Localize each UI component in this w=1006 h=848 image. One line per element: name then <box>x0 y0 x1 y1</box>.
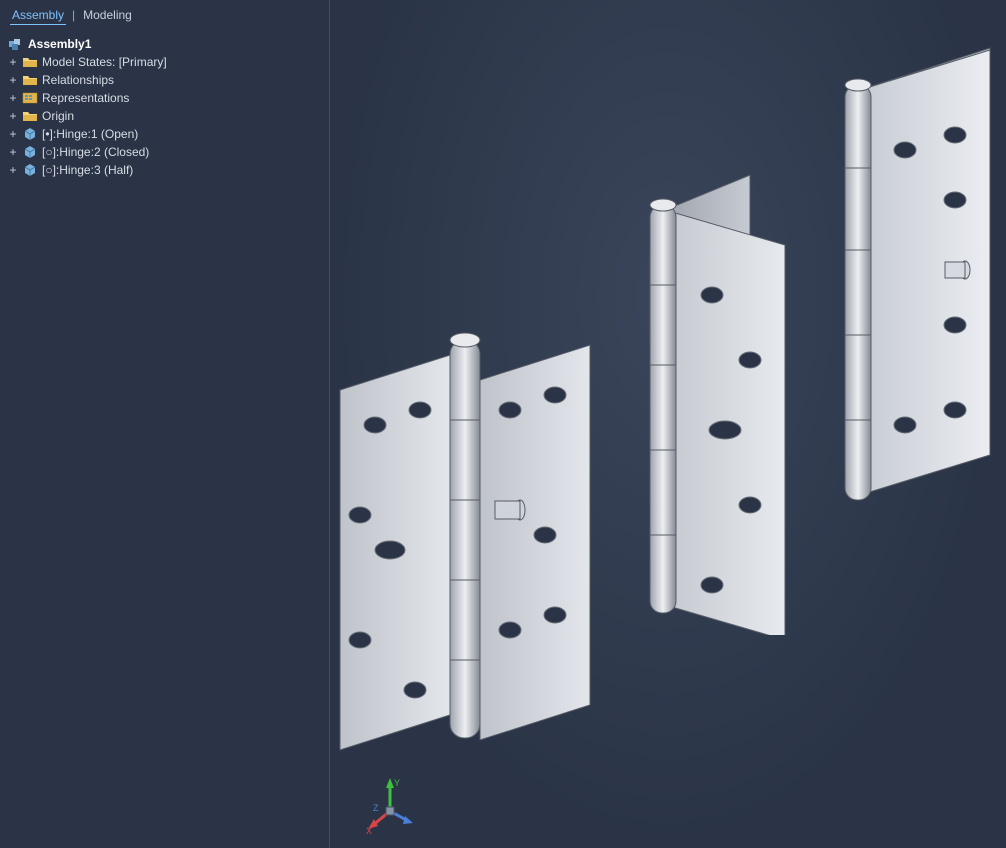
axis-y-label: Y <box>394 778 400 788</box>
representations-icon <box>22 91 38 105</box>
browser-tabs: Assembly | Modeling <box>0 4 329 29</box>
tree-item-label: Origin <box>42 109 74 123</box>
folder-icon <box>22 73 38 87</box>
expand-icon[interactable]: + <box>8 110 18 122</box>
tree-item-label: [○]:Hinge:3 (Half) <box>42 163 133 177</box>
model-browser-panel: Assembly | Modeling Assembly1 + <box>0 0 330 848</box>
tree-item-hinge-3[interactable]: + [○]:Hinge:3 (Half) <box>6 161 323 179</box>
hinge-closed[interactable] <box>815 40 1005 520</box>
tree-item-model-states[interactable]: + Model States: [Primary] <box>6 53 323 71</box>
tree-item-hinge-1[interactable]: + [•]:Hinge:1 (Open) <box>6 125 323 143</box>
expand-icon[interactable]: + <box>8 146 18 158</box>
model-tree: Assembly1 + Model States: [Primary] + Re… <box>0 29 329 185</box>
tree-item-label: Relationships <box>42 73 114 87</box>
hinge-half[interactable] <box>620 165 840 635</box>
tree-item-origin[interactable]: + Origin <box>6 107 323 125</box>
tree-item-label: [•]:Hinge:1 (Open) <box>42 127 138 141</box>
folder-icon <box>22 55 38 69</box>
tree-item-hinge-2[interactable]: + [○]:Hinge:2 (Closed) <box>6 143 323 161</box>
axis-z-label: Z <box>373 803 379 813</box>
tree-item-relationships[interactable]: + Relationships <box>6 71 323 89</box>
tree-item-label: [○]:Hinge:2 (Closed) <box>42 145 149 159</box>
tab-separator: | <box>72 8 75 25</box>
app-root: Assembly | Modeling Assembly1 + <box>0 0 1006 848</box>
expand-icon[interactable]: + <box>8 92 18 104</box>
hinge-open[interactable] <box>330 320 610 780</box>
tab-modeling[interactable]: Modeling <box>81 8 134 25</box>
axis-x-label: X <box>366 826 372 836</box>
expand-icon[interactable]: + <box>8 164 18 176</box>
tree-item-representations[interactable]: + Representations <box>6 89 323 107</box>
expand-icon[interactable]: + <box>8 128 18 140</box>
part-icon <box>22 145 38 159</box>
assembly-icon <box>8 37 24 51</box>
expand-icon[interactable]: + <box>8 74 18 86</box>
tree-item-label: Representations <box>42 91 129 105</box>
viewport-3d[interactable]: Y X Z <box>330 0 1006 848</box>
folder-icon <box>22 109 38 123</box>
part-icon <box>22 163 38 177</box>
tree-item-label: Model States: [Primary] <box>42 55 167 69</box>
tree-root-label: Assembly1 <box>28 37 91 51</box>
part-icon <box>22 127 38 141</box>
tab-assembly[interactable]: Assembly <box>10 8 66 25</box>
tree-root[interactable]: Assembly1 <box>6 35 323 53</box>
expand-icon[interactable]: + <box>8 56 18 68</box>
orientation-triad[interactable]: Y X Z <box>360 776 420 836</box>
